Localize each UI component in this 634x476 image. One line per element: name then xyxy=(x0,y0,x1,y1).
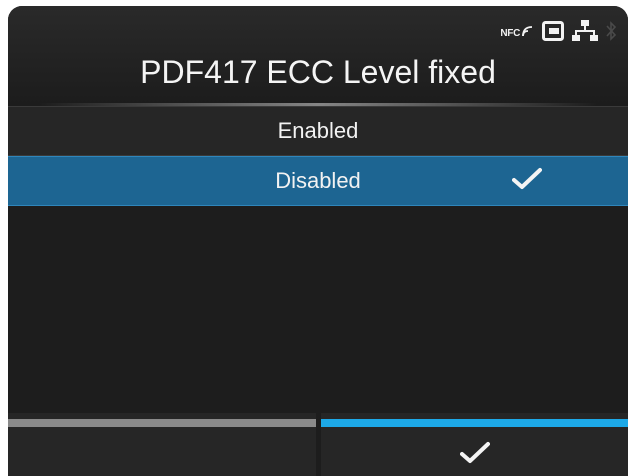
nfc-icon: NFC xyxy=(500,25,534,39)
option-label: Enabled xyxy=(277,118,359,143)
printer-screen: NFC PDF417 ECC Level fixed Enabled Disab… xyxy=(8,6,628,476)
softkey-left-indicator xyxy=(8,419,316,427)
usb-icon xyxy=(542,20,564,46)
option-disabled[interactable]: Disabled xyxy=(8,156,628,206)
option-label: Disabled xyxy=(275,168,361,193)
bluetooth-icon xyxy=(606,20,617,46)
option-list: Enabled Disabled xyxy=(8,106,628,206)
check-icon xyxy=(512,167,542,197)
header: NFC PDF417 ECC Level fixed xyxy=(8,6,628,106)
softkey-bar xyxy=(8,413,628,476)
softkey-left[interactable] xyxy=(8,413,316,476)
option-enabled[interactable]: Enabled xyxy=(8,106,628,156)
page-title: PDF417 ECC Level fixed xyxy=(140,54,496,90)
softkey-confirm-button[interactable] xyxy=(321,413,628,476)
check-icon xyxy=(459,441,490,470)
softkey-right-indicator xyxy=(321,419,628,427)
network-icon xyxy=(572,19,598,47)
status-bar: NFC xyxy=(500,19,617,47)
nfc-label: NFC xyxy=(500,27,520,39)
